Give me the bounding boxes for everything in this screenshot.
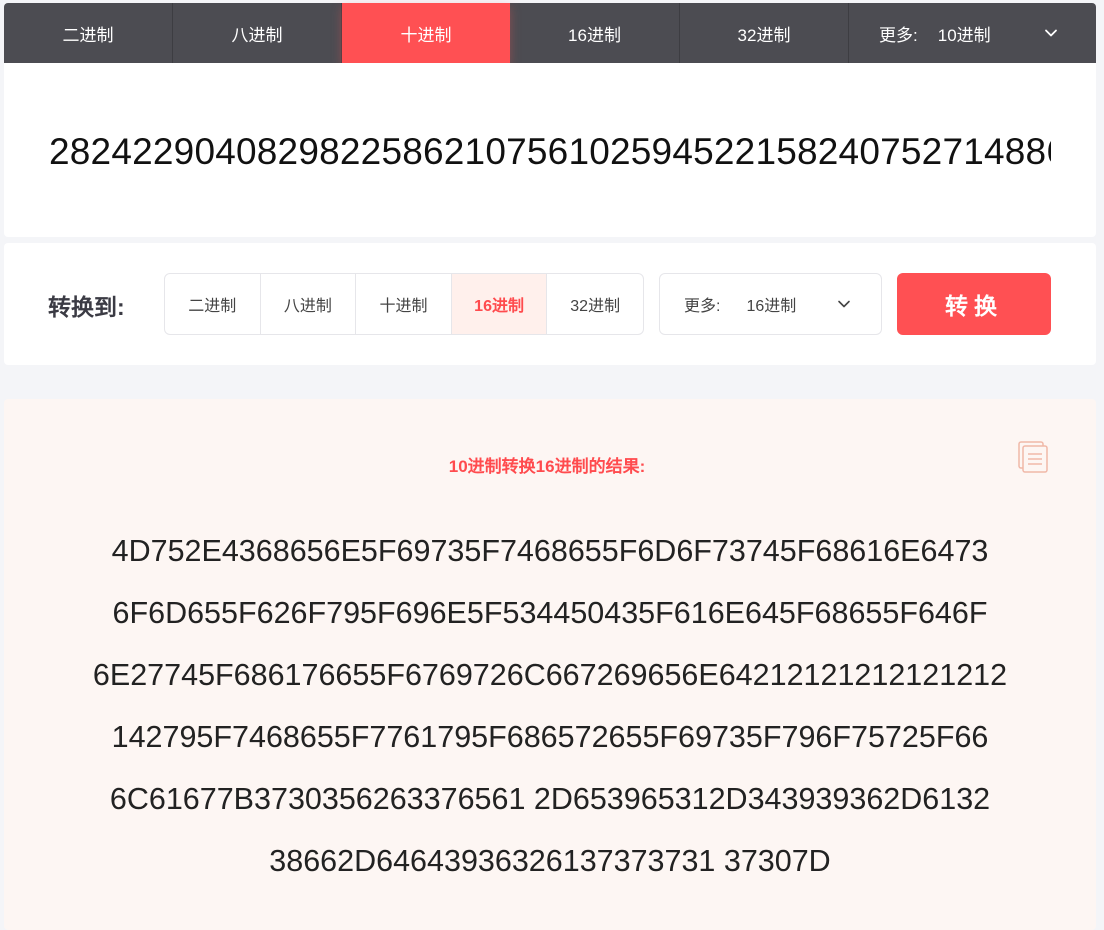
source-more-value: 10进制 [937, 25, 991, 45]
chevron-down-icon [838, 300, 850, 308]
number-input[interactable]: 2824229040829822586210756102594522158240… [49, 131, 1051, 173]
result-line: 6E27745F686176655F6769726C667269656E6421… [92, 658, 1008, 692]
tab-binary[interactable]: 二进制 [4, 3, 173, 63]
result-line: 142795F7468655F7761795F686572655F69735F7… [111, 720, 989, 754]
result-line: 4D752E4368656E5F69735F7468655F6D6F73745F… [111, 534, 989, 568]
result-line: 6F6D655F626F795F696E5F534450435F616E645F… [112, 596, 988, 630]
target-option-hex[interactable]: 16进制 [451, 274, 548, 334]
result-title: 10进制转换16进制的结果: [448, 457, 646, 476]
tab-octal[interactable]: 八进制 [173, 3, 342, 63]
result-line: 6C61677B3730356263376561 2D653965312D343… [109, 782, 991, 816]
chevron-down-icon [1045, 29, 1057, 37]
convert-button[interactable]: 转换 [897, 273, 1051, 335]
target-more-label: 更多: [684, 298, 721, 315]
source-base-tabs: 二进制 八进制 十进制 16进制 32进制 更多: 10进制 [4, 3, 1096, 63]
result-line: 38662D64643936326137373731 37307D [269, 844, 831, 878]
source-more-dropdown[interactable]: 更多: 10进制 [849, 3, 1096, 63]
target-option-binary[interactable]: 二进制 [165, 274, 261, 334]
convert-to-label: 转换到: [48, 294, 125, 320]
result-output: 4D752E4368656E5F69735F7468655F6D6F73745F… [4, 530, 1096, 902]
target-option-octal[interactable]: 八进制 [261, 274, 357, 334]
target-more-value: 16进制 [746, 298, 797, 315]
target-option-base32[interactable]: 32进制 [547, 274, 643, 334]
tab-hex[interactable]: 16进制 [510, 3, 680, 63]
target-option-decimal[interactable]: 十进制 [356, 274, 452, 334]
tab-decimal[interactable]: 十进制 [342, 3, 510, 63]
copy-icon[interactable] [1016, 440, 1050, 474]
target-base-options: 二进制 八进制 十进制 16进制 32进制 [164, 273, 644, 335]
source-more-label: 更多: [879, 25, 918, 45]
result-panel: 10进制转换16进制的结果: 4D752E4368656E5F69735F746… [4, 399, 1096, 930]
input-panel: 2824229040829822586210756102594522158240… [4, 63, 1096, 237]
target-more-dropdown[interactable]: 更多: 16进制 [659, 273, 882, 335]
convert-panel: 转换到: 二进制 八进制 十进制 16进制 32进制 更多: 16进制 转换 [4, 243, 1096, 365]
tab-base32[interactable]: 32进制 [680, 3, 849, 63]
